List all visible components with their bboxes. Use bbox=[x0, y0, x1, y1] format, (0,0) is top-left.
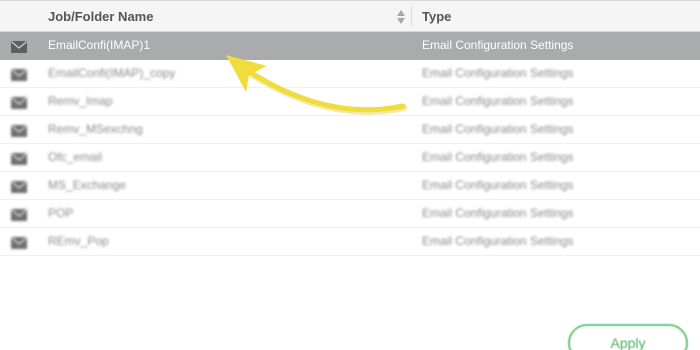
column-divider[interactable] bbox=[411, 6, 412, 27]
sort-arrows-icon[interactable] bbox=[396, 9, 406, 25]
table-row[interactable]: Remv_Imap Email Configuration Settings bbox=[0, 88, 700, 116]
table-row[interactable]: EmailConfi(IMAP)_copy Email Configuratio… bbox=[0, 60, 700, 88]
table-row[interactable]: POP Email Configuration Settings bbox=[0, 200, 700, 228]
row-name: REmv_Pop bbox=[48, 234, 109, 248]
envelope-icon bbox=[11, 68, 27, 81]
grid-rows: EmailConfi(IMAP)1 Email Configuration Se… bbox=[0, 32, 700, 256]
row-name: Remv_MSexchng bbox=[48, 122, 143, 136]
email-config-job-list: Job/Folder Name Type EmailConfi(IMAP)1 E… bbox=[0, 0, 700, 350]
table-row[interactable]: Remv_MSexchng Email Configuration Settin… bbox=[0, 116, 700, 144]
row-name: POP bbox=[48, 206, 74, 220]
envelope-icon bbox=[11, 180, 27, 193]
table-row[interactable]: EmailConfi(IMAP)1 Email Configuration Se… bbox=[0, 32, 700, 60]
row-name: MS_Exchange bbox=[48, 178, 127, 192]
envelope-icon bbox=[11, 124, 27, 137]
apply-button[interactable]: Apply bbox=[568, 324, 688, 350]
table-row[interactable]: MS_Exchange Email Configuration Settings bbox=[0, 172, 700, 200]
envelope-icon bbox=[11, 40, 27, 53]
envelope-icon bbox=[11, 152, 27, 165]
row-type: Email Configuration Settings bbox=[422, 206, 574, 220]
row-type: Email Configuration Settings bbox=[422, 94, 574, 108]
row-type: Email Configuration Settings bbox=[422, 234, 574, 248]
envelope-icon bbox=[11, 208, 27, 221]
column-header-type[interactable]: Type bbox=[422, 1, 451, 32]
row-type: Email Configuration Settings bbox=[422, 122, 574, 136]
row-type: Email Configuration Settings bbox=[422, 66, 574, 80]
job-folder-grid: Job/Folder Name Type EmailConfi(IMAP)1 E… bbox=[0, 0, 700, 256]
envelope-icon bbox=[11, 236, 27, 249]
row-name: Remv_Imap bbox=[48, 94, 113, 108]
row-type: Email Configuration Settings bbox=[422, 150, 574, 164]
row-type: Email Configuration Settings bbox=[422, 178, 574, 192]
row-type: Email Configuration Settings bbox=[422, 38, 574, 52]
row-name: Ofc_email bbox=[48, 150, 103, 164]
grid-header: Job/Folder Name Type bbox=[0, 0, 700, 32]
table-row[interactable]: REmv_Pop Email Configuration Settings bbox=[0, 228, 700, 256]
row-name: EmailConfi(IMAP)_copy bbox=[48, 66, 176, 80]
row-name: EmailConfi(IMAP)1 bbox=[48, 38, 151, 52]
column-header-job-folder-name[interactable]: Job/Folder Name bbox=[48, 1, 153, 32]
envelope-icon bbox=[11, 96, 27, 109]
table-row[interactable]: Ofc_email Email Configuration Settings bbox=[0, 144, 700, 172]
